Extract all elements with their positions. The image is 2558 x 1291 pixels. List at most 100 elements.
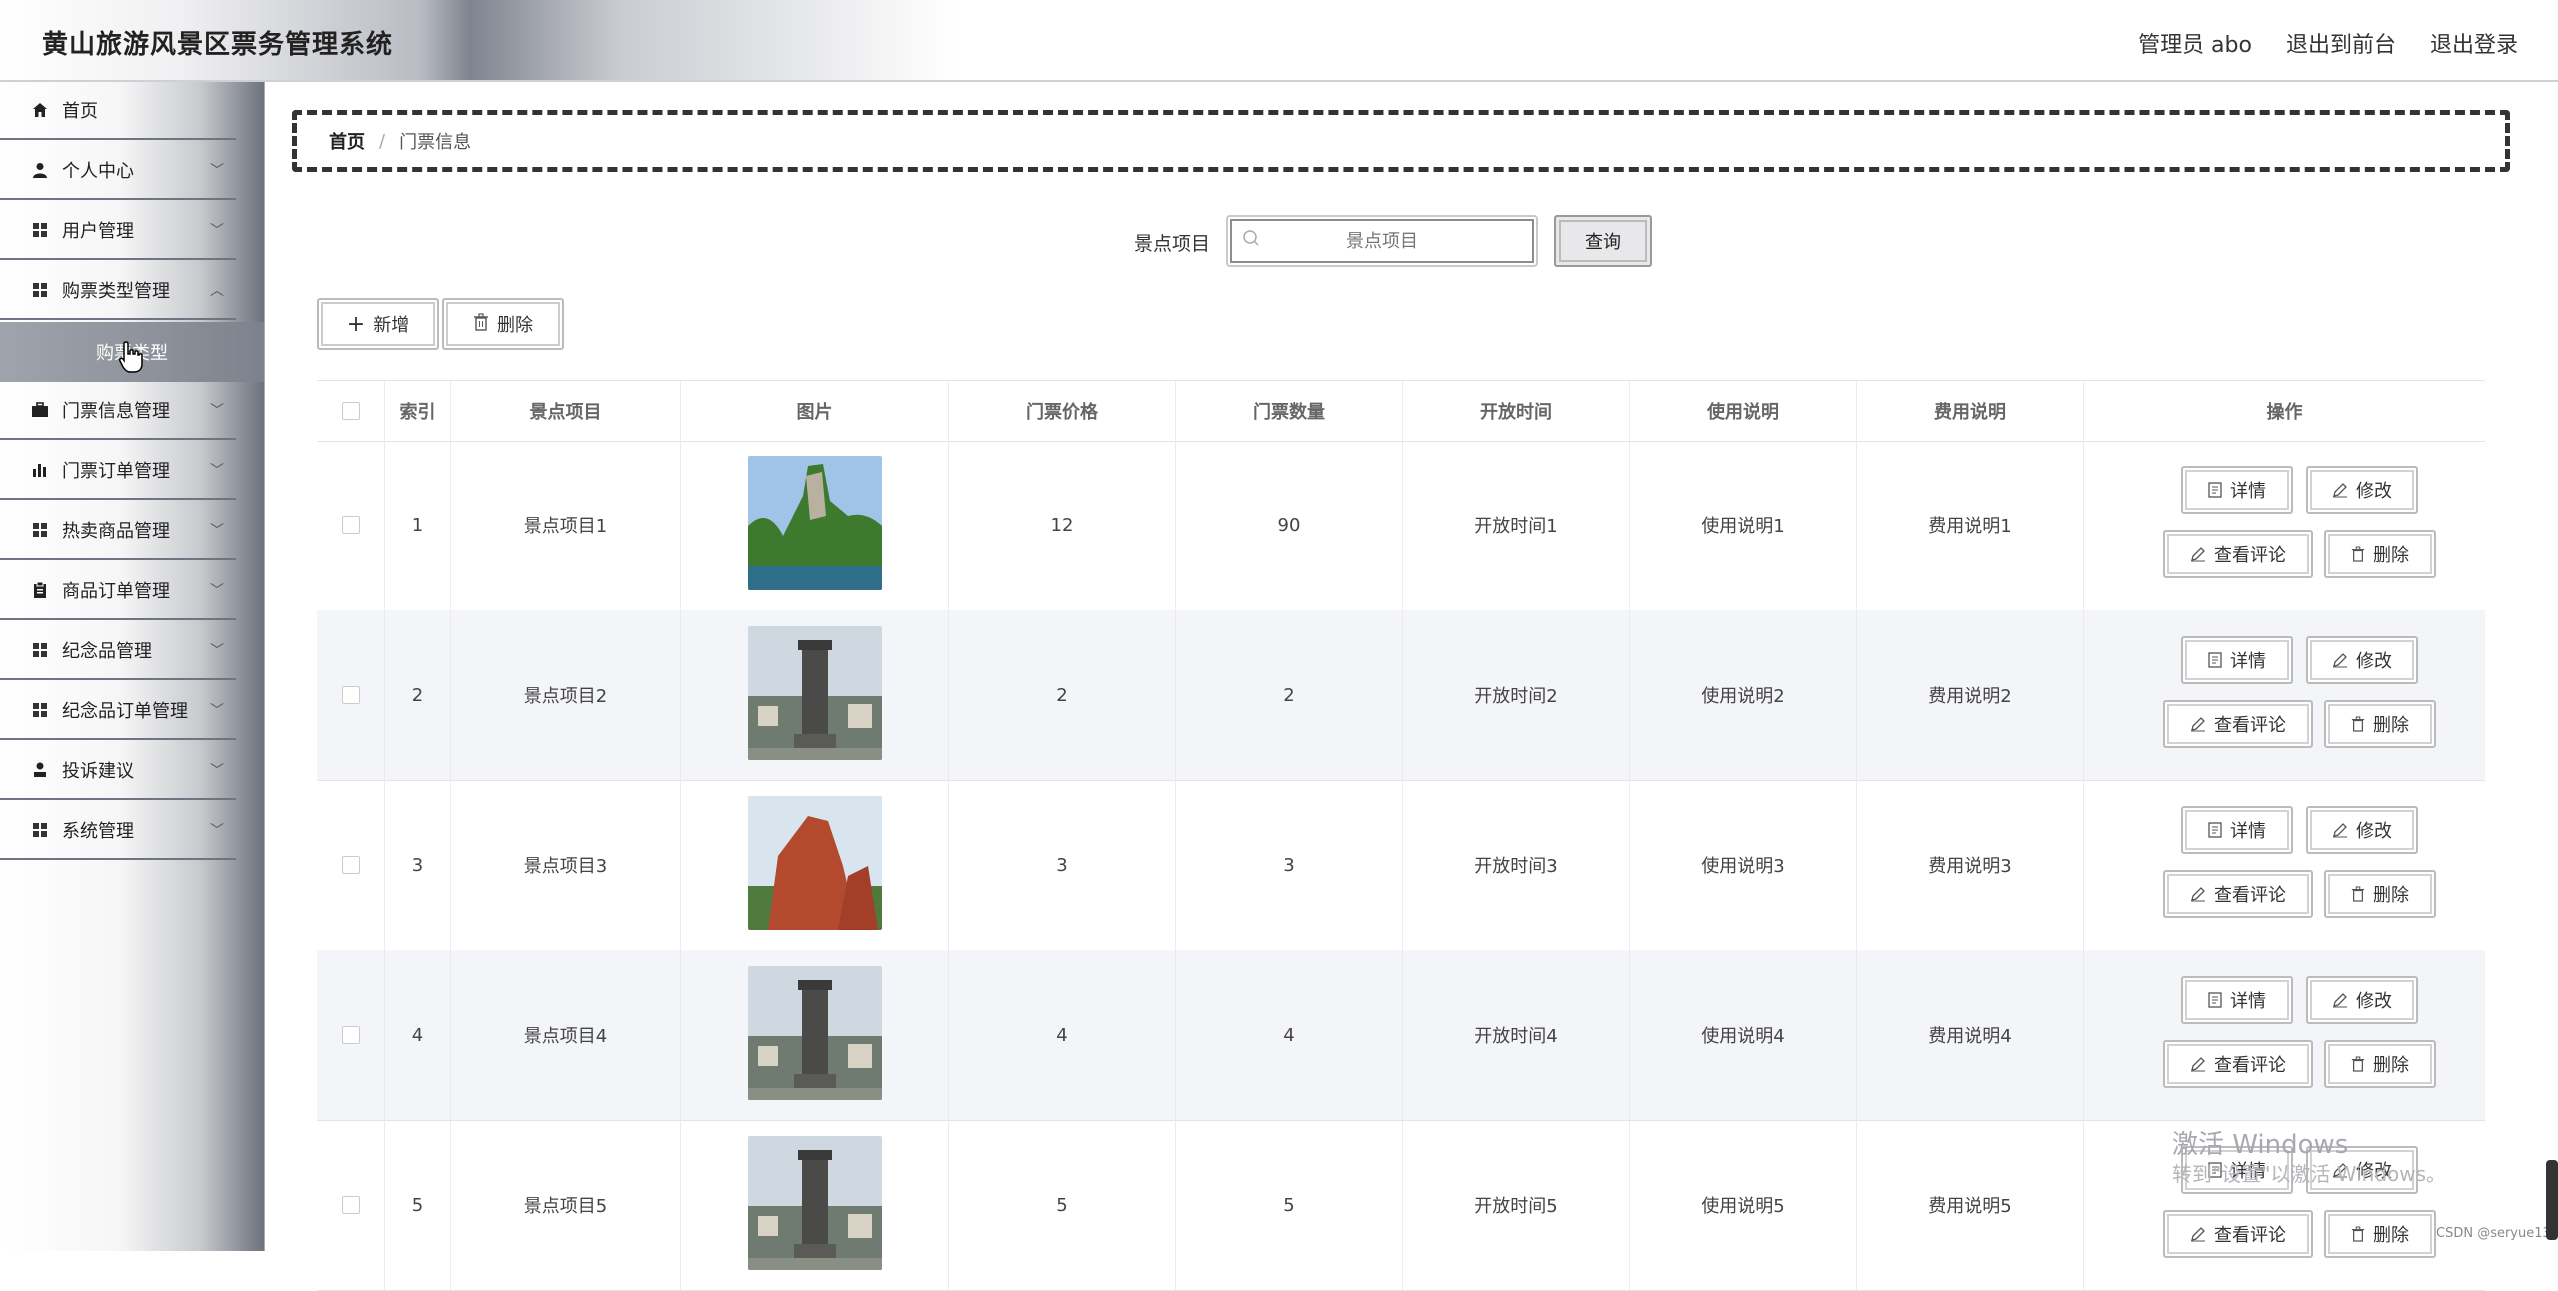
row-delete-label: 删除 [2373, 885, 2409, 906]
trash-icon [2351, 1056, 2365, 1072]
detail-label: 详情 [2230, 991, 2266, 1012]
detail-button[interactable]: 详情 [2181, 976, 2293, 1024]
monument-city-photo[interactable] [747, 1135, 882, 1275]
delete-button-label: 删除 [497, 315, 533, 336]
sidebar-item-souvenir-management[interactable]: 纪念品管理 ﹀ [0, 622, 236, 680]
row-delete-button[interactable]: 删除 [2324, 700, 2436, 748]
header-price: 门票价格 [949, 381, 1176, 441]
select-all-checkbox[interactable] [341, 402, 360, 420]
sidebar-item-label: 热卖商品管理 [62, 521, 170, 542]
header-image: 图片 [681, 381, 949, 441]
row-delete-label: 删除 [2373, 1225, 2409, 1246]
sidebar-item-user-management[interactable]: 用户管理 ﹀ [0, 202, 236, 260]
sidebar-item-label: 纪念品订单管理 [62, 701, 188, 722]
detail-button[interactable]: 详情 [2181, 636, 2293, 684]
document-icon [2208, 992, 2222, 1008]
bar-chart-icon [30, 460, 50, 480]
sidebar-item-personal-center[interactable]: 个人中心 ﹀ [0, 142, 236, 200]
row-delete-button[interactable]: 删除 [2324, 870, 2436, 918]
sidebar-item-ticket-type-management[interactable]: 购票类型管理 ︿ [0, 262, 236, 320]
row-checkbox[interactable] [341, 516, 360, 534]
row-delete-label: 删除 [2373, 545, 2409, 566]
detail-button[interactable]: 详情 [2181, 466, 2293, 514]
search-input[interactable] [1228, 229, 1536, 253]
cell-index: 1 [385, 440, 451, 610]
cell-price: 12 [949, 440, 1176, 610]
edit-button[interactable]: 修改 [2306, 466, 2418, 514]
view-comments-button[interactable]: 查看评论 [2163, 1040, 2313, 1088]
view-comments-button[interactable]: 查看评论 [2163, 530, 2313, 578]
hand-cursor-icon [119, 341, 143, 373]
row-delete-button[interactable]: 删除 [2324, 530, 2436, 578]
row-checkbox[interactable] [341, 686, 360, 704]
search-icon [1242, 229, 1260, 252]
person-icon [30, 760, 50, 780]
cell-fee: 费用说明1 [1857, 440, 2084, 610]
header-actions: 操作 [2266, 402, 2303, 423]
view-comments-label: 查看评论 [2214, 545, 2286, 566]
edit-button[interactable]: 修改 [2306, 636, 2418, 684]
admin-user-label[interactable]: 管理员 abo [2138, 27, 2252, 59]
cell-open-time: 开放时间5 [1403, 1120, 1630, 1290]
search-button[interactable]: 查询 [1554, 215, 1652, 267]
cell-image [681, 440, 949, 610]
edit-button[interactable]: 修改 [2306, 976, 2418, 1024]
sidebar-item-label: 首页 [62, 101, 98, 122]
sidebar-item-complaints[interactable]: 投诉建议 ﹀ [0, 742, 236, 800]
sidebar-subitem-ticket-type[interactable]: 购票类型 [0, 322, 264, 382]
cell-open-time: 开放时间1 [1403, 440, 1630, 610]
cell-open-time: 开放时间2 [1403, 610, 1630, 780]
cell-price: 3 [949, 780, 1176, 950]
chevron-down-icon: ﹀ [210, 523, 224, 539]
mountain-pillar-photo[interactable] [747, 455, 882, 595]
pencil-icon [2191, 887, 2205, 902]
logout-link[interactable]: 退出登录 [2430, 27, 2518, 59]
edit-button[interactable]: 修改 [2306, 806, 2418, 854]
view-comments-button[interactable]: 查看评论 [2163, 700, 2313, 748]
breadcrumb-home[interactable]: 首页 [329, 128, 365, 154]
trash-icon [2351, 546, 2365, 562]
monument-city-photo[interactable] [747, 965, 882, 1105]
header-fee: 费用说明 [1857, 381, 2084, 441]
sidebar-item-label: 个人中心 [62, 161, 134, 182]
exit-to-frontend-link[interactable]: 退出到前台 [2286, 27, 2396, 59]
detail-button[interactable]: 详情 [2181, 806, 2293, 854]
edit-label: 修改 [2356, 821, 2392, 842]
sidebar-item-souvenir-order-management[interactable]: 纪念品订单管理 ﹀ [0, 682, 236, 740]
add-button[interactable]: + 新增 [317, 298, 439, 350]
chevron-down-icon: ﹀ [210, 583, 224, 599]
cell-name: 景点项目2 [451, 610, 681, 780]
sidebar-item-hot-goods-management[interactable]: 热卖商品管理 ﹀ [0, 502, 236, 560]
monument-city-photo[interactable] [747, 625, 882, 765]
header-index: 索引 [385, 381, 451, 441]
cell-open-time: 开放时间3 [1403, 780, 1630, 950]
sidebar-item-system-management[interactable]: 系统管理 ﹀ [0, 802, 236, 860]
chevron-down-icon: ﹀ [210, 643, 224, 659]
sidebar-item-home[interactable]: 首页 [0, 82, 236, 140]
row-checkbox[interactable] [341, 1196, 360, 1214]
red-rock-photo[interactable] [747, 795, 882, 935]
breadcrumb: 首页 / 门票信息 [292, 110, 2510, 172]
row-checkbox[interactable] [341, 1026, 360, 1044]
chevron-down-icon: ﹀ [210, 703, 224, 719]
sidebar-item-label: 纪念品管理 [62, 641, 152, 662]
row-checkbox[interactable] [341, 856, 360, 874]
cell-actions: 详情 修改查看评论 删除 [2084, 440, 2485, 610]
document-icon [2208, 822, 2222, 838]
scrollbar-thumb[interactable] [2546, 1160, 2558, 1240]
sidebar-item-ticket-info-management[interactable]: 门票信息管理 ﹀ [0, 382, 236, 440]
row-select-cell [317, 610, 385, 780]
breadcrumb-current: 门票信息 [399, 132, 472, 153]
pencil-icon [2191, 717, 2205, 732]
pencil-icon [2333, 823, 2347, 838]
cell-fee: 费用说明2 [1857, 610, 2084, 780]
batch-delete-button[interactable]: 删除 [442, 298, 564, 350]
cell-name: 景点项目4 [451, 950, 681, 1120]
sidebar-item-ticket-order-management[interactable]: 门票订单管理 ﹀ [0, 442, 236, 500]
sidebar-item-goods-order-management[interactable]: 商品订单管理 ﹀ [0, 562, 236, 620]
sidebar: 首页 个人中心 ﹀ 用户管理 ﹀ 购票类型管理 ︿ 购票类型 门票信息管理 ﹀ … [0, 82, 265, 1251]
view-comments-button[interactable]: 查看评论 [2163, 870, 2313, 918]
cell-index: 4 [385, 950, 451, 1120]
row-delete-button[interactable]: 删除 [2324, 1040, 2436, 1088]
detail-label: 详情 [2230, 481, 2266, 502]
